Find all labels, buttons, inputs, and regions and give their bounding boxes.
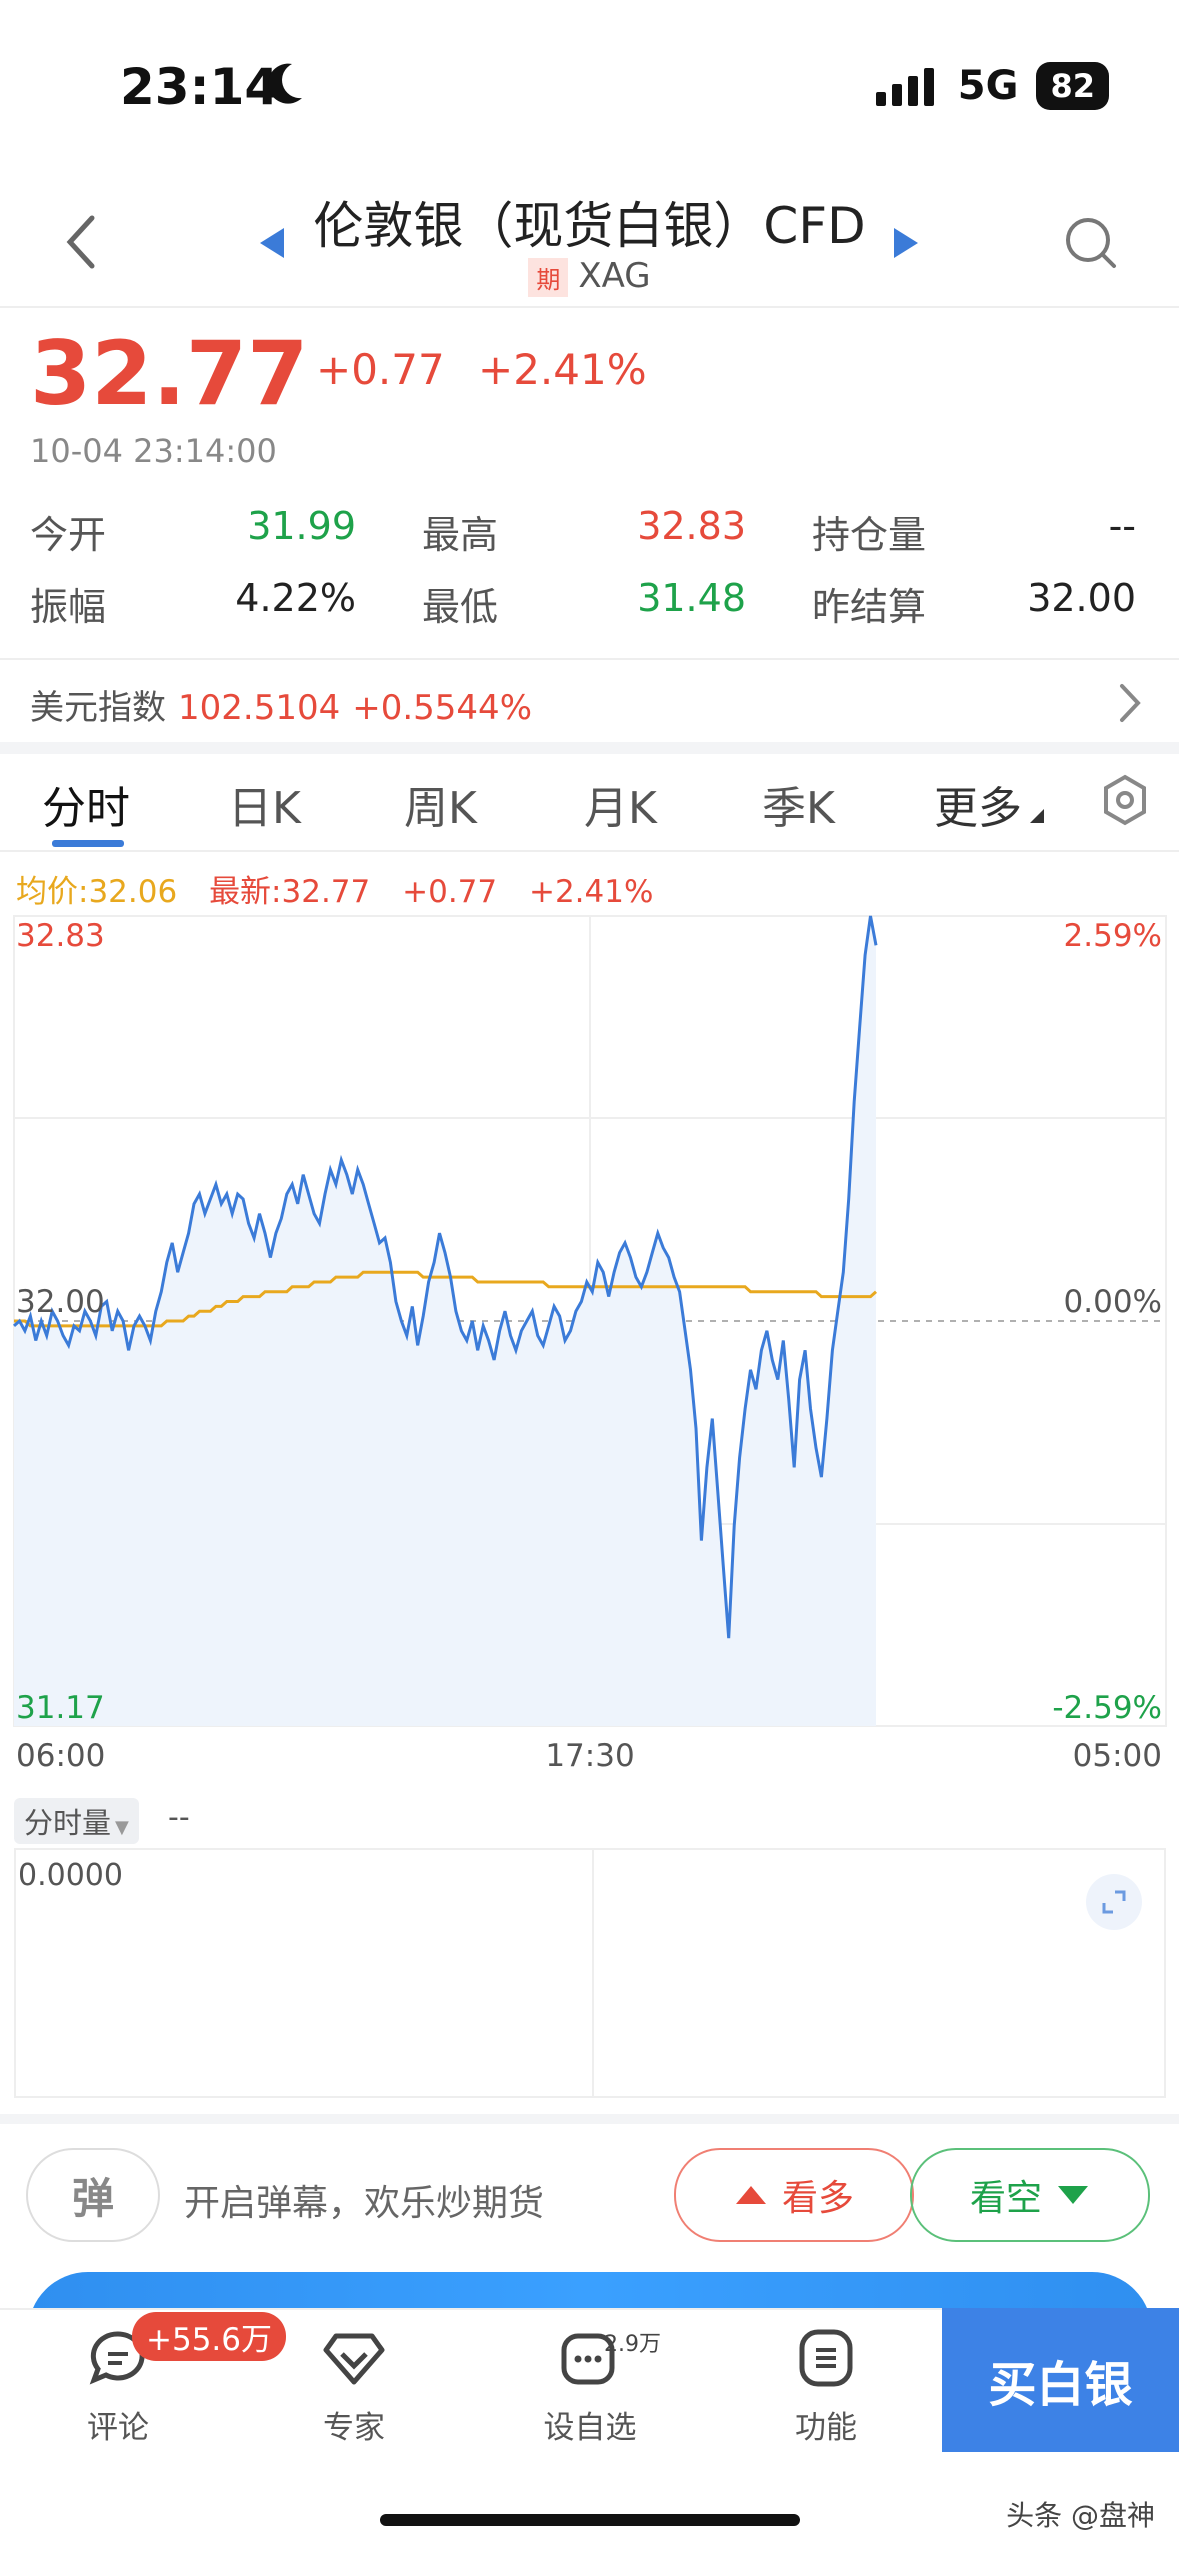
latest-change-pct: +2.41% (528, 874, 654, 910)
dropdown-caret-icon: ▼ (115, 1817, 129, 1838)
nav-expert[interactable]: 专家 (284, 2318, 424, 2447)
watchlist-count: 2.9万 (604, 2332, 661, 2357)
volume-label: 分时量 (24, 1806, 112, 1840)
header-divider (0, 306, 1179, 308)
x-label-start: 06:00 (16, 1738, 105, 1774)
avg-price: 均价:32.06 (16, 874, 178, 910)
chevron-right-icon[interactable] (1118, 682, 1142, 728)
y-right-mid: 0.00% (1064, 1284, 1162, 1320)
intraday-chart[interactable]: 32.83 32.00 31.17 2.59% 0.00% -2.59% 06:… (0, 912, 1179, 1812)
next-symbol-icon[interactable] (892, 226, 920, 264)
comment-count-badge: +55.6万 (132, 2312, 286, 2361)
bullish-button[interactable]: 看多 (674, 2148, 914, 2242)
symbol-code: XAG (578, 256, 651, 296)
bullish-label: 看多 (781, 2178, 854, 2219)
quote-divider (0, 658, 1179, 660)
bearish-label: 看空 (969, 2178, 1042, 2219)
section-gap (0, 742, 1179, 754)
open-interest-value: -- (1108, 504, 1136, 548)
danmu-icon: 弹 (71, 2173, 114, 2223)
nav-watchlist-label: 设自选 (543, 2410, 637, 2446)
network-type: 5G (957, 63, 1019, 109)
moon-icon (262, 60, 306, 112)
symbol-subtitle: 期 XAG (0, 256, 1179, 297)
x-label-mid: 17:30 (545, 1738, 634, 1774)
futures-tag: 期 (528, 258, 569, 297)
tab-weekly-k[interactable]: 周K (404, 772, 477, 836)
price-change: +0.77 (316, 345, 445, 394)
nav-expert-label: 专家 (323, 2410, 385, 2446)
search-icon[interactable] (1064, 216, 1120, 276)
prev-settle-value: 32.00 (1027, 576, 1136, 620)
buy-silver-button[interactable]: 买白银 (942, 2308, 1179, 2452)
battery-icon: 82 (1036, 62, 1109, 110)
quote-time: 10-04 23:14:00 (30, 432, 277, 470)
functions-icon (799, 2329, 853, 2387)
bottom-section-gap (0, 2114, 1179, 2124)
open-value: 31.99 (247, 504, 356, 548)
high-label: 最高 (422, 513, 499, 557)
low-value: 31.48 (637, 576, 746, 620)
dollar-index-row[interactable]: 美元指数 102.5104 +0.5544% (30, 680, 532, 729)
low-label: 最低 (422, 585, 499, 629)
chart-settings-icon[interactable] (1102, 774, 1148, 830)
avg-price-row: 均价:32.06 最新:32.77 +0.77 +2.41% (16, 866, 653, 911)
prev-settle-label: 昨结算 (812, 585, 927, 629)
watermark: 头条 @盘神 (1006, 2499, 1155, 2532)
home-indicator[interactable] (380, 2514, 800, 2526)
latest-change: +0.77 (402, 874, 498, 910)
tab-monthly-k[interactable]: 月K (584, 772, 657, 836)
high-value: 32.83 (637, 504, 746, 548)
volume-axis-label: 0.0000 (18, 1858, 123, 1893)
page-title: 伦敦银（现货白银）CFD (313, 197, 866, 255)
nav-functions-label: 功能 (795, 2410, 857, 2446)
status-time: 23:14 (120, 58, 280, 116)
y-left-bottom: 31.17 (16, 1690, 105, 1726)
dollar-index-change: +0.5544% (352, 688, 532, 728)
amplitude-value: 4.22% (235, 576, 356, 620)
volume-value: -- (168, 1800, 190, 1835)
tabs-divider (0, 850, 1179, 852)
expert-icon (323, 2333, 385, 2385)
expand-icon[interactable] (1086, 1874, 1142, 1930)
active-tab-indicator (52, 840, 124, 847)
y-left-top: 32.83 (16, 918, 105, 954)
tab-more[interactable]: 更多 (934, 772, 1022, 836)
bearish-button[interactable]: 看空 (910, 2148, 1150, 2242)
arrow-up-icon (735, 2186, 766, 2204)
volume-grid-mid (592, 1850, 594, 2096)
last-price: 32.77 (30, 322, 309, 425)
amplitude-label: 振幅 (30, 585, 107, 629)
price-change-pct: +2.41% (478, 345, 647, 394)
dollar-index-value: 102.5104 (178, 688, 341, 728)
y-right-bottom: -2.59% (1052, 1690, 1162, 1726)
x-label-end: 05:00 (1073, 1738, 1162, 1774)
danmu-prompt[interactable]: 开启弹幕，欢乐炒期货 (184, 2174, 544, 2226)
tab-timeshare[interactable]: 分时 (42, 772, 130, 836)
status-right: 5G 82 (875, 62, 1109, 110)
open-label: 今开 (30, 513, 107, 557)
nav-functions[interactable]: 功能 (756, 2318, 896, 2447)
volume-selector[interactable]: 分时量 ▼ (14, 1798, 139, 1844)
dollar-index-label: 美元指数 (30, 688, 166, 728)
tab-quarterly-k[interactable]: 季K (762, 772, 835, 836)
nav-comment-label: 评论 (87, 2410, 149, 2446)
signal-icon (875, 68, 934, 106)
y-left-mid: 32.00 (16, 1284, 105, 1320)
y-right-top: 2.59% (1064, 918, 1162, 954)
open-interest-label: 持仓量 (812, 513, 927, 557)
volume-chart: 0.0000 (14, 1848, 1166, 2098)
danmu-toggle-button[interactable]: 弹 (26, 2148, 160, 2242)
arrow-down-icon (1058, 2186, 1088, 2204)
tab-daily-k[interactable]: 日K (228, 772, 301, 836)
latest-price: 最新:32.77 (209, 874, 371, 910)
more-caret-icon (1030, 808, 1044, 827)
